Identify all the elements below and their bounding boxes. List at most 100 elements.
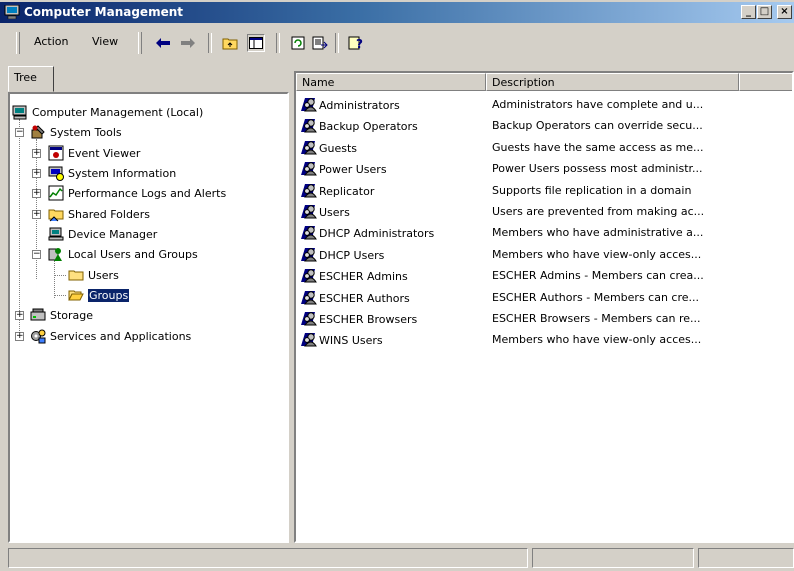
column-header-name[interactable]: Name bbox=[296, 73, 486, 91]
table-row[interactable]: Replicator Supports file replication in a… bbox=[296, 180, 792, 201]
column-header-description[interactable]: Description bbox=[486, 73, 739, 91]
tree-item-services-and-applications[interactable]: Services and Applications bbox=[30, 327, 191, 345]
forward-arrow-icon[interactable] bbox=[180, 35, 196, 51]
expand-toggle[interactable]: + bbox=[15, 311, 24, 320]
group-name: Administrators bbox=[319, 99, 400, 112]
title-bar[interactable]: Computer Management _ □ × bbox=[0, 2, 794, 23]
group-description: Members who have view-only acces... bbox=[492, 333, 702, 347]
maximize-button[interactable]: □ bbox=[757, 5, 772, 19]
tree-item-label: Users bbox=[88, 268, 119, 282]
group-icon bbox=[300, 289, 319, 308]
tree-item-label: Local Users and Groups bbox=[68, 247, 198, 261]
table-row[interactable]: ESCHER Authors ESCHER Authors - Members c… bbox=[296, 287, 792, 308]
toolbar-grip[interactable] bbox=[16, 32, 20, 54]
expand-toggle[interactable]: + bbox=[15, 332, 24, 341]
table-row[interactable]: WINS Users Members who have view-only acc… bbox=[296, 329, 792, 350]
table-row[interactable]: ESCHER Admins ESCHER Admins - Members can… bbox=[296, 265, 792, 286]
column-header-label: Description bbox=[492, 76, 555, 89]
tree-item-users[interactable]: Users bbox=[68, 266, 119, 284]
group-name-cell: Guests bbox=[300, 139, 357, 158]
tree-item-local-users-and-groups[interactable]: Local Users and Groups bbox=[48, 245, 198, 263]
device-manager-icon bbox=[48, 227, 64, 241]
table-row[interactable]: DHCP Administrators Members who have admi… bbox=[296, 222, 792, 243]
computer-management-window: Computer Management _ □ × Action View ? … bbox=[0, 0, 794, 571]
tree-item-system-tools[interactable]: System Tools bbox=[30, 123, 122, 141]
group-description: ESCHER Browsers - Members can re... bbox=[492, 312, 701, 325]
column-header-label: Name bbox=[302, 76, 335, 89]
table-row[interactable]: Guests Guests have the same access as me.… bbox=[296, 137, 792, 158]
folder-icon bbox=[68, 270, 84, 281]
group-icon bbox=[300, 224, 319, 243]
tree-item-system-information[interactable]: System Information bbox=[48, 164, 176, 182]
table-row[interactable]: ESCHER Browsers ESCHER Browsers - Members… bbox=[296, 308, 792, 329]
table-row[interactable]: Backup Operators Backup Operators can ove… bbox=[296, 115, 792, 136]
collapse-toggle[interactable]: − bbox=[15, 128, 24, 137]
tab-tree-label: Tree bbox=[14, 71, 37, 84]
group-name-cell: Backup Operators bbox=[300, 117, 418, 136]
performance-logs-icon bbox=[48, 185, 64, 201]
view-menu[interactable]: View bbox=[92, 35, 118, 48]
collapse-toggle[interactable]: − bbox=[32, 250, 41, 259]
tree-item-device-manager[interactable]: Device Manager bbox=[48, 225, 157, 243]
group-icon bbox=[300, 117, 319, 136]
tree-item-label: Services and Applications bbox=[50, 329, 192, 343]
view-menu-label: View bbox=[92, 35, 119, 48]
group-name: Replicator bbox=[319, 184, 375, 198]
group-name-cell: Power Users bbox=[300, 160, 387, 179]
group-name: ESCHER Authors bbox=[319, 291, 410, 305]
close-button[interactable]: × bbox=[777, 5, 792, 19]
table-row[interactable]: Administrators Administrators have comple… bbox=[296, 94, 792, 115]
tree-item-label: Performance Logs and Alerts bbox=[68, 186, 227, 200]
show-hide-tree-icon[interactable] bbox=[247, 34, 265, 52]
group-name: ESCHER Browsers bbox=[319, 313, 418, 326]
back-arrow-icon[interactable] bbox=[155, 35, 171, 51]
tree-item-computer-management-local[interactable]: Computer Management (Local) bbox=[12, 103, 203, 121]
groups-list-pane[interactable]: Name Description Administrators Administr… bbox=[294, 71, 794, 543]
refresh-icon[interactable] bbox=[290, 35, 306, 51]
group-name-cell: WINS Users bbox=[300, 331, 383, 350]
expand-toggle[interactable]: + bbox=[32, 210, 41, 219]
table-row[interactable]: Power Users Power Users possess most admi… bbox=[296, 158, 792, 179]
tree-item-shared-folders[interactable]: Shared Folders bbox=[48, 205, 150, 223]
action-menu-label: Action bbox=[34, 35, 69, 48]
group-name: Guests bbox=[319, 141, 358, 155]
tree-item-performance-logs-and-alerts[interactable]: Performance Logs and Alerts bbox=[48, 184, 226, 202]
shared-folder-icon bbox=[48, 209, 64, 222]
tree-line bbox=[19, 119, 20, 337]
group-description: Guests have the same access as me... bbox=[492, 140, 704, 154]
action-menu[interactable]: Action bbox=[34, 35, 68, 48]
group-icon bbox=[300, 203, 319, 222]
tab-tree[interactable]: Tree bbox=[8, 66, 54, 92]
toolbar-separator bbox=[276, 33, 280, 53]
status-bar bbox=[0, 547, 794, 571]
minimize-button[interactable]: _ bbox=[741, 5, 756, 19]
tree-pane[interactable]: Computer Management (Local) − System Too… bbox=[8, 92, 289, 543]
table-row[interactable]: DHCP Users Members who have view-only acc… bbox=[296, 244, 792, 265]
tree-item-event-viewer[interactable]: Event Viewer bbox=[48, 144, 140, 162]
tree-item-label: System Tools bbox=[50, 125, 122, 139]
group-description: Members who have administrative a... bbox=[492, 226, 704, 240]
expand-toggle[interactable]: + bbox=[32, 189, 41, 198]
help-icon[interactable]: ? bbox=[348, 35, 364, 51]
expand-toggle[interactable]: + bbox=[32, 169, 41, 178]
toolbar: Action View ? bbox=[0, 27, 794, 59]
system-information-icon bbox=[48, 166, 64, 181]
group-description: Users are prevented from making ac... bbox=[492, 205, 705, 218]
tree-item-label: Event Viewer bbox=[68, 146, 141, 160]
group-description: ESCHER Authors - Members can cre... bbox=[492, 290, 700, 304]
computer-management-icon bbox=[4, 5, 20, 19]
group-description: Members who have view-only acces... bbox=[492, 247, 702, 261]
tree-item-label: Groups bbox=[86, 287, 131, 303]
table-row[interactable]: Users Users are prevented from making ac.… bbox=[296, 201, 792, 222]
tree-item-groups[interactable]: Groups bbox=[68, 286, 131, 304]
toolbar-grip-2[interactable] bbox=[138, 32, 142, 54]
services-icon bbox=[31, 329, 46, 344]
tree-item-storage[interactable]: Storage bbox=[30, 306, 93, 324]
column-header-empty[interactable] bbox=[739, 73, 792, 91]
up-folder-icon[interactable] bbox=[222, 35, 238, 51]
group-name-cell: Replicator bbox=[300, 182, 374, 201]
computer-icon bbox=[12, 105, 27, 120]
expand-toggle[interactable]: + bbox=[32, 149, 41, 158]
export-list-icon[interactable] bbox=[312, 35, 328, 51]
group-icon bbox=[300, 310, 319, 329]
